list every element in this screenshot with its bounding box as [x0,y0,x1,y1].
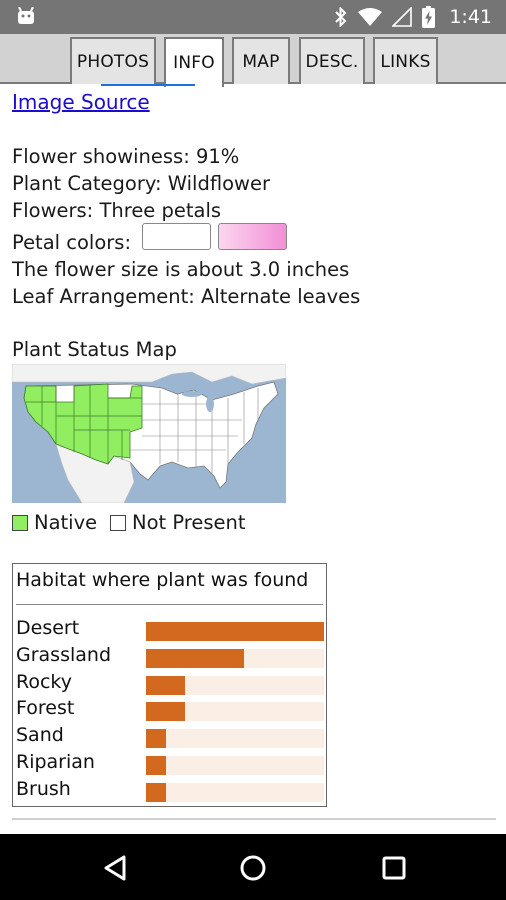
habitat-bar [146,648,244,668]
habitat-row: Riparian [13,751,328,778]
image-source-link[interactable]: Image Source [12,90,150,114]
habitat-row: Grassland [13,644,328,671]
habitat-bar-track [146,622,324,641]
tab-desc[interactable]: DESC. [299,37,365,84]
habitat-row: Forest [13,697,328,724]
flower-size: The flower size is about 3.0 inches [12,258,350,281]
wifi-icon [358,8,383,26]
recents-icon[interactable] [374,848,414,888]
petal-color-swatch-pink [218,223,287,250]
habitat-bar [146,756,166,775]
battery-charging-icon [422,6,436,28]
usa-map-image [12,364,286,503]
habitat-bar [146,702,185,722]
tab-indicator [101,84,195,86]
habitat-row: Desert [13,617,328,644]
habitat-divider [16,604,323,605]
navigation-bar [0,834,506,900]
habitat-bar-track [146,675,324,695]
habitat-bar [146,782,166,802]
tab-links-label: LINKS [380,51,431,72]
tab-info[interactable]: INFO [164,37,224,87]
tab-links[interactable]: LINKS [373,37,438,84]
clock: 1:41 [449,6,492,28]
habitat-label: Riparian [16,751,95,773]
tab-desc-label: DESC. [305,51,359,72]
signal-icon [392,7,413,27]
habitat-row: Sand [13,724,328,751]
legend-native-swatch [12,515,28,531]
bluetooth-icon [335,7,347,27]
tab-map[interactable]: MAP [232,37,290,84]
tab-photos-label: PHOTOS [76,51,150,72]
plant-status-map [12,364,286,503]
tab-photos[interactable]: PHOTOS [70,37,156,84]
habitat-label: Rocky [16,670,72,693]
plant-category: Plant Category: Wildflower [12,172,270,195]
status-bar: 1:41 [0,0,506,34]
tab-map-label: MAP [242,51,280,72]
habitat-label: Grassland [16,643,111,666]
status-map-title: Plant Status Map [12,338,177,361]
habitat-label: Desert [16,617,80,639]
habitat-bar-track [146,782,324,802]
habitat-label: Sand [16,724,64,747]
section-divider [12,818,496,820]
habitat-bar [146,675,185,695]
habitat-label: Brush [16,777,71,800]
habitat-bar-track [146,729,324,749]
flower-showiness: Flower showiness: 91% [12,145,240,168]
habitat-bar [146,622,324,641]
habitat-bar-track [146,756,324,775]
habitat-bar [146,729,166,749]
leaf-arrangement: Leaf Arrangement: Alternate leaves [12,285,361,308]
android-icon [18,7,34,24]
habitat-title: Habitat where plant was found [16,569,309,591]
habitat-bar-track [146,648,324,668]
habitat-row: Rocky [13,671,328,698]
flowers-petals: Flowers: Three petals [12,199,222,222]
tab-info-label: INFO [173,53,215,73]
legend-native-label: Native [34,511,98,534]
home-icon[interactable] [233,848,273,888]
petal-color-swatch-white [142,223,211,250]
legend-not-present-swatch [110,515,126,531]
legend-not-present-label: Not Present [132,511,246,534]
tab-strip: PHOTOS INFO MAP DESC. LINKS [0,34,506,87]
habitat-label: Forest [16,697,75,720]
back-icon[interactable] [96,848,136,888]
petal-colors-label: Petal colors: [12,231,132,254]
habitat-chart: Habitat where plant was found Desert Gras… [12,563,327,807]
habitat-row: Brush [13,778,328,805]
habitat-bar-track [146,702,324,722]
